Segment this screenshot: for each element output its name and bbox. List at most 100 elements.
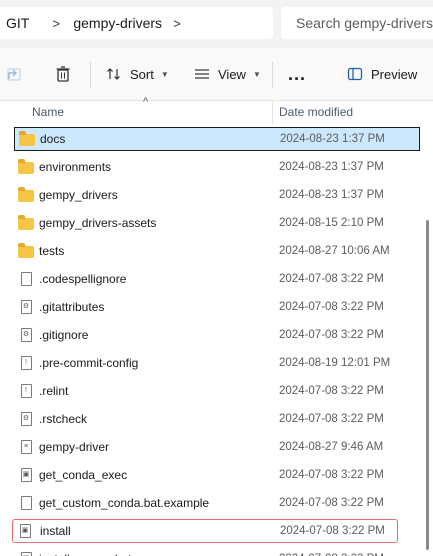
preview-pane-button[interactable]: Preview — [347, 48, 417, 100]
file-row[interactable]: ▣ get_conda_exec 2024-07-08 3:22 PM — [14, 463, 420, 487]
file-date-modified: 2024-08-23 1:37 PM — [279, 189, 384, 201]
file-name: .codespellignore — [39, 272, 127, 286]
folder-shape — [19, 131, 35, 146]
file-row[interactable]: docs 2024-08-23 1:37 PM — [14, 127, 420, 151]
breadcrumb-gempy-drivers[interactable]: gempy-drivers — [73, 15, 162, 31]
file-row[interactable]: ⚙ .rstcheck 2024-07-08 3:22 PM — [14, 407, 420, 431]
sort-label: Sort — [130, 66, 154, 82]
file-row[interactable]: gempy_drivers 2024-08-23 1:37 PM — [14, 183, 420, 207]
file-date-modified: 2024-07-08 3:22 PM — [279, 497, 384, 509]
file-name: tests — [39, 244, 65, 258]
file-name: install_gempy.bat — [39, 552, 132, 556]
preview-pane-icon — [347, 67, 363, 81]
document-shape: ≡ — [20, 440, 32, 454]
folder-icon — [18, 187, 34, 202]
document-shape: ▣ — [20, 552, 32, 556]
file-row[interactable]: ! .pre-commit-config 2024-08-19 12:01 PM — [14, 351, 420, 375]
file-date-modified: 2024-07-08 3:22 PM — [279, 413, 384, 425]
search-input[interactable]: Search gempy-drivers — [281, 7, 433, 39]
folder-icon — [18, 243, 34, 258]
share-icon — [7, 68, 21, 81]
file-row[interactable]: ▣install_gempy.bat2024-07-08 3:22 PM — [14, 547, 420, 556]
yaml-file-icon: ! — [18, 356, 34, 370]
folder-icon — [18, 159, 34, 174]
file-list: docs 2024-08-23 1:37 PM environments 2024-0… — [0, 124, 433, 556]
document-shape: ! — [20, 384, 32, 398]
file-row[interactable]: tests 2024-08-27 10:06 AM — [14, 239, 420, 263]
yaml-file-icon: ! — [18, 384, 34, 398]
file-date-modified: 2024-07-08 3:22 PM — [279, 469, 384, 481]
file-name: get_conda_exec — [39, 468, 128, 482]
batch-file-icon: ▣ — [17, 524, 33, 538]
file-date-modified: 2024-07-08 3:22 PM — [279, 329, 384, 341]
file-name: get_custom_conda.bat.example — [39, 496, 210, 510]
file-date-modified: 2024-07-08 3:22 PM — [279, 301, 384, 313]
folder-shape — [18, 187, 34, 202]
share-button[interactable] — [6, 48, 22, 100]
breadcrumb-expand-icon[interactable]: > — [166, 16, 188, 31]
document-shape: ! — [20, 356, 32, 370]
file-icon — [18, 272, 34, 286]
config-file-icon: ⚙ — [18, 412, 34, 426]
file-date-modified: 2024-08-23 1:37 PM — [280, 133, 385, 145]
file-name: gempy_drivers-assets — [39, 216, 157, 230]
file-date-modified: 2024-08-15 2:10 PM — [279, 217, 384, 229]
config-file-icon: ⚙ — [18, 300, 34, 314]
file-name: .rstcheck — [39, 412, 88, 426]
document-shape: ▣ — [19, 524, 31, 538]
file-date-modified: 2024-08-23 1:37 PM — [279, 161, 384, 173]
file-date-modified: 2024-07-08 3:22 PM — [280, 525, 385, 537]
file-name: .pre-commit-config — [39, 356, 139, 370]
batch-file-icon: ▣ — [18, 468, 34, 482]
file-name: .gitignore — [39, 328, 89, 342]
file-row[interactable]: ≡ gempy-driver 2024-08-27 9:46 AM — [14, 435, 420, 459]
document-shape: ⚙ — [20, 300, 32, 314]
file-row[interactable]: ▣ install 2024-07-08 3:22 PM — [12, 519, 398, 543]
batch-file-icon: ▣ — [18, 552, 34, 556]
file-icon — [18, 496, 34, 510]
config-file-icon: ⚙ — [18, 328, 34, 342]
file-row[interactable]: get_custom_conda.bat.example 2024-07-08 3… — [14, 491, 420, 515]
column-resize-handle[interactable] — [272, 100, 273, 124]
folder-shape — [18, 159, 34, 174]
column-header-date-modified[interactable]: Date modified — [279, 105, 353, 119]
file-name: docs — [40, 132, 66, 146]
folder-icon — [19, 131, 35, 146]
toolbar-divider — [90, 62, 91, 88]
delete-button[interactable] — [54, 48, 72, 100]
folder-shape — [18, 243, 34, 258]
file-date-modified: 2024-07-08 3:22 PM — [279, 273, 384, 285]
file-name: gempy_drivers — [39, 188, 118, 202]
document-shape — [20, 496, 32, 510]
file-name: install — [40, 524, 71, 538]
more-options-button[interactable]: ... — [288, 48, 306, 100]
file-row[interactable]: .codespellignore 2024-07-08 3:22 PM — [14, 267, 420, 291]
sort-button[interactable]: Sort ▼ — [106, 48, 169, 100]
trash-icon — [56, 66, 70, 82]
file-name: gempy-driver — [39, 440, 110, 454]
sort-ascending-icon: ^ — [143, 96, 149, 108]
sort-icon — [107, 68, 120, 80]
chevron-down-icon: ▼ — [160, 69, 169, 79]
column-headers: ^ Name Date modified — [0, 96, 433, 124]
address-bar[interactable]: GIT > gempy-drivers > — [0, 7, 273, 39]
toolbar-divider — [272, 62, 273, 88]
file-row[interactable]: ⚙ .gitignore 2024-07-08 3:22 PM — [14, 323, 420, 347]
file-name: environments — [39, 160, 112, 174]
column-header-name[interactable]: Name — [32, 105, 64, 119]
file-row[interactable]: ! .relint 2024-07-08 3:22 PM — [14, 379, 420, 403]
breadcrumb-separator-icon[interactable]: > — [45, 16, 67, 31]
file-row[interactable]: ⚙ .gitattributes 2024-07-08 3:22 PM — [14, 295, 420, 319]
file-date-modified: 2024-08-27 10:06 AM — [279, 245, 390, 257]
file-date-modified: 2024-08-27 9:46 AM — [279, 441, 384, 453]
vertical-scrollbar[interactable] — [426, 220, 429, 550]
breadcrumb-git[interactable]: GIT — [6, 15, 29, 31]
chevron-down-icon: ▼ — [252, 69, 261, 79]
file-row[interactable]: environments 2024-08-23 1:37 PM — [14, 155, 420, 179]
file-row[interactable]: gempy_drivers-assets 2024-08-15 2:10 PM — [14, 211, 420, 235]
view-list-icon — [195, 69, 209, 79]
file-name: .gitattributes — [39, 300, 105, 314]
text-file-icon: ≡ — [18, 440, 34, 454]
view-button[interactable]: View ▼ — [194, 48, 261, 100]
view-label: View — [218, 66, 246, 82]
